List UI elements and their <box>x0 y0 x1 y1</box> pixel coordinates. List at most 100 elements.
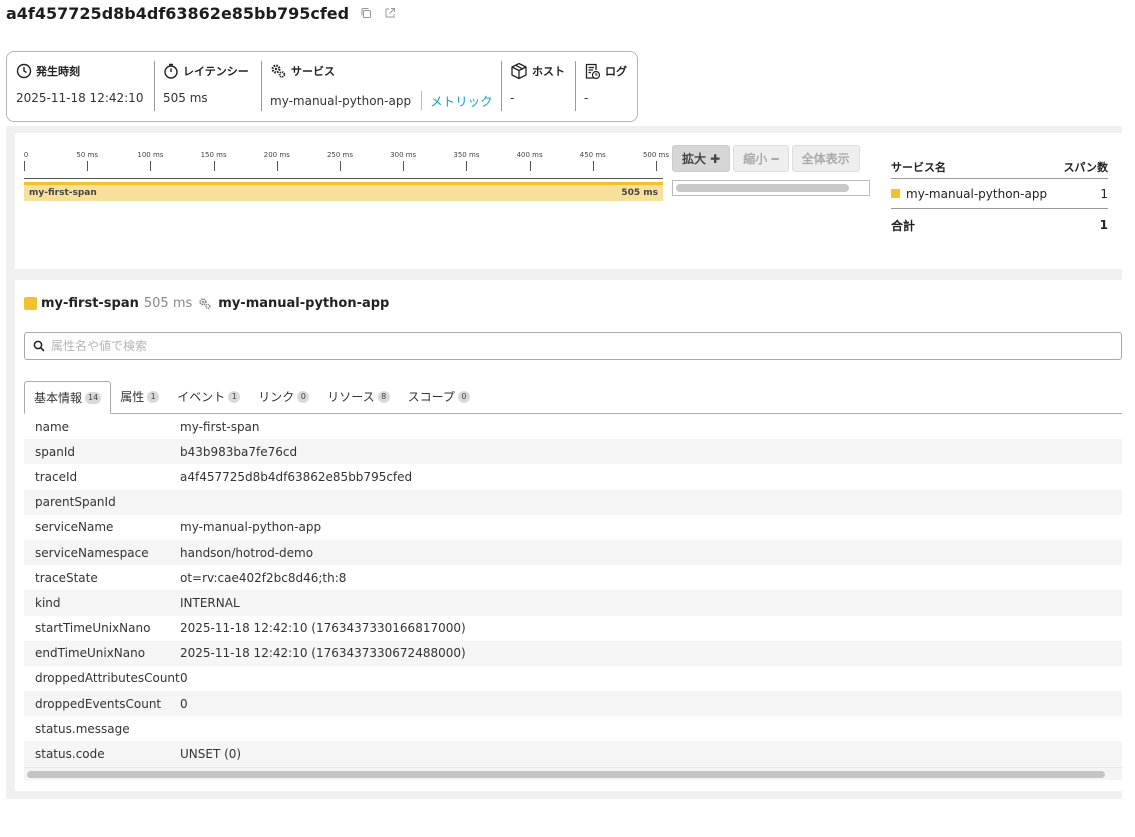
attribute-key: serviceNamespace <box>35 545 149 560</box>
attribute-search[interactable] <box>24 332 1122 360</box>
ruler-tick-label: 450 ms <box>579 151 606 159</box>
col-service-name: サービス名 <box>891 160 946 174</box>
total-count: 1 <box>1099 218 1108 232</box>
tab-count-badge: 0 <box>457 390 470 403</box>
attribute-value: UNSET (0) <box>180 747 242 762</box>
tab-0[interactable]: 基本情報 14 <box>24 381 112 414</box>
table-row: serviceNamespace handson/hotrod-demo <box>24 539 1122 566</box>
summary-service: サービス my-manual-python-app メトリック <box>261 60 501 121</box>
ruler-tick-mark <box>529 161 531 171</box>
col-span-count: スパン数 <box>1063 160 1108 174</box>
search-icon <box>33 340 45 352</box>
service-row-name: my-manual-python-app <box>906 186 1048 201</box>
service-row-count: 1 <box>1100 186 1108 201</box>
host-label: ホスト <box>532 65 565 78</box>
attribute-key: status.code <box>35 747 105 762</box>
timeline-range-thumb[interactable] <box>676 184 849 192</box>
span-name: my-first-span <box>41 296 139 311</box>
table-row: name my-first-span <box>24 414 1122 439</box>
metrics-link[interactable]: メトリック <box>421 91 493 110</box>
span-detail-panel: my-first-span 505 ms my-manual-python-ap… <box>15 280 1122 791</box>
attribute-value: handson/hotrod-demo <box>180 545 314 560</box>
ruler-tick-mark <box>87 161 89 171</box>
summary-time: 発生時刻 2025-11-18 12:42:10 <box>7 60 154 121</box>
summary-latency: レイテンシー 505 ms <box>154 60 261 121</box>
attribute-key: status.message <box>35 721 130 736</box>
external-link-icon[interactable] <box>383 6 397 20</box>
service-color-swatch <box>891 189 900 198</box>
ruler-tick-label: 500 ms <box>642 151 670 159</box>
clock-icon <box>16 63 32 79</box>
summary-host: ホスト - <box>501 60 575 121</box>
span-bar-duration: 505 ms <box>621 188 658 198</box>
tab-5[interactable]: スコープ 0 <box>399 380 479 413</box>
table-row: spanId b43b983ba7fe76cd <box>24 439 1122 465</box>
ruler-tick-label: 50 ms <box>76 151 98 159</box>
service-label: サービス <box>291 65 335 78</box>
attribute-value: ot=rv:cae402f2bc8d46;th:8 <box>180 570 347 585</box>
table-row: droppedAttributesCount 0 <box>24 666 1122 691</box>
table-row: serviceName my-manual-python-app <box>24 515 1122 540</box>
table-row: kind INTERNAL <box>24 590 1122 616</box>
tab-2[interactable]: イベント 1 <box>168 380 249 413</box>
span-bar[interactable]: my-first-span 505 ms <box>24 182 663 201</box>
attribute-value: my-first-span <box>180 419 260 434</box>
service-total-row: 合計 1 <box>891 209 1108 241</box>
service-value: my-manual-python-app <box>270 93 412 108</box>
tab-label: 基本情報 <box>34 391 83 405</box>
attribute-value: my-manual-python-app <box>180 520 322 535</box>
ruler-tick-mark <box>466 161 468 171</box>
latency-label: レイテンシー <box>183 65 249 78</box>
time-value: 2025-11-18 12:42:10 <box>16 91 144 105</box>
summary-log: ログ - <box>575 60 637 121</box>
attribute-key: kind <box>35 595 61 610</box>
table-row: droppedEventsCount 0 <box>24 691 1122 717</box>
attribute-key: traceId <box>35 469 78 484</box>
tab-label: リンク <box>258 390 295 404</box>
attribute-key: droppedAttributesCount <box>35 671 180 686</box>
total-label: 合計 <box>891 218 916 233</box>
attribute-value: 2025-11-18 12:42:10 (1763437330672488000… <box>180 646 466 661</box>
copy-icon[interactable] <box>359 6 373 20</box>
tab-label: スコープ <box>407 390 455 404</box>
show-all-button[interactable]: 全体表示 <box>791 145 860 172</box>
timeline-range-slider[interactable] <box>672 180 870 196</box>
tab-count-badge: 14 <box>85 391 102 404</box>
tab-4[interactable]: リソース 8 <box>318 380 398 413</box>
span-service: my-manual-python-app <box>218 296 390 311</box>
tab-count-badge: 8 <box>377 390 390 403</box>
attribute-value: 2025-11-18 12:42:10 (1763437330166817000… <box>180 621 466 636</box>
table-row: parentSpanId <box>24 489 1122 515</box>
log-label: ログ <box>605 65 627 78</box>
tab-3[interactable]: リンク 0 <box>249 380 318 413</box>
trace-id-title: a4f457725d8b4df63862e85bb795cfed <box>6 3 350 23</box>
search-input[interactable] <box>51 339 1051 353</box>
table-row: endTimeUnixNano 2025-11-18 12:42:10 (1763… <box>24 640 1122 666</box>
table-row: traceState ot=rv:cae402f2bc8d46;th:8 <box>24 565 1122 590</box>
zoom-in-button[interactable]: 拡大 ✚ <box>672 145 731 172</box>
tab-1[interactable]: 属性 1 <box>111 380 168 413</box>
service-row: my-manual-python-app 1 <box>891 179 1108 209</box>
ruler-tick-mark <box>592 161 594 171</box>
tab-label: リソース <box>327 390 375 404</box>
attribute-value: b43b983ba7fe76cd <box>180 444 298 459</box>
gears-icon <box>198 297 212 310</box>
detail-tabs: 基本情報 14 属性 1 イベント 1 リンク 0 リソース 8 スコープ 0 <box>24 381 1122 414</box>
tab-label: 属性 <box>120 390 145 404</box>
attribute-key: endTimeUnixNano <box>35 646 146 661</box>
log-icon <box>585 63 601 79</box>
horizontal-scrollbar-thumb[interactable] <box>27 771 1105 778</box>
attribute-key: parentSpanId <box>35 495 116 510</box>
horizontal-scrollbar[interactable] <box>24 767 1122 780</box>
zoom-out-button[interactable]: 縮小 ━ <box>733 145 789 172</box>
attribute-key: startTimeUnixNano <box>35 621 151 636</box>
ruler-tick-mark <box>656 161 657 171</box>
attribute-value: INTERNAL <box>180 595 240 610</box>
trace-summary-card: 発生時刻 2025-11-18 12:42:10 レイテンシー 505 ms サ… <box>6 51 638 122</box>
ruler-tick-label: 150 ms <box>200 151 227 159</box>
title-row: a4f457725d8b4df63862e85bb795cfed <box>6 2 397 24</box>
attribute-key: droppedEventsCount <box>35 696 162 711</box>
ruler-tick-mark <box>24 161 25 171</box>
gears-icon <box>271 64 286 78</box>
span-detail-header: my-first-span 505 ms my-manual-python-ap… <box>24 296 389 311</box>
